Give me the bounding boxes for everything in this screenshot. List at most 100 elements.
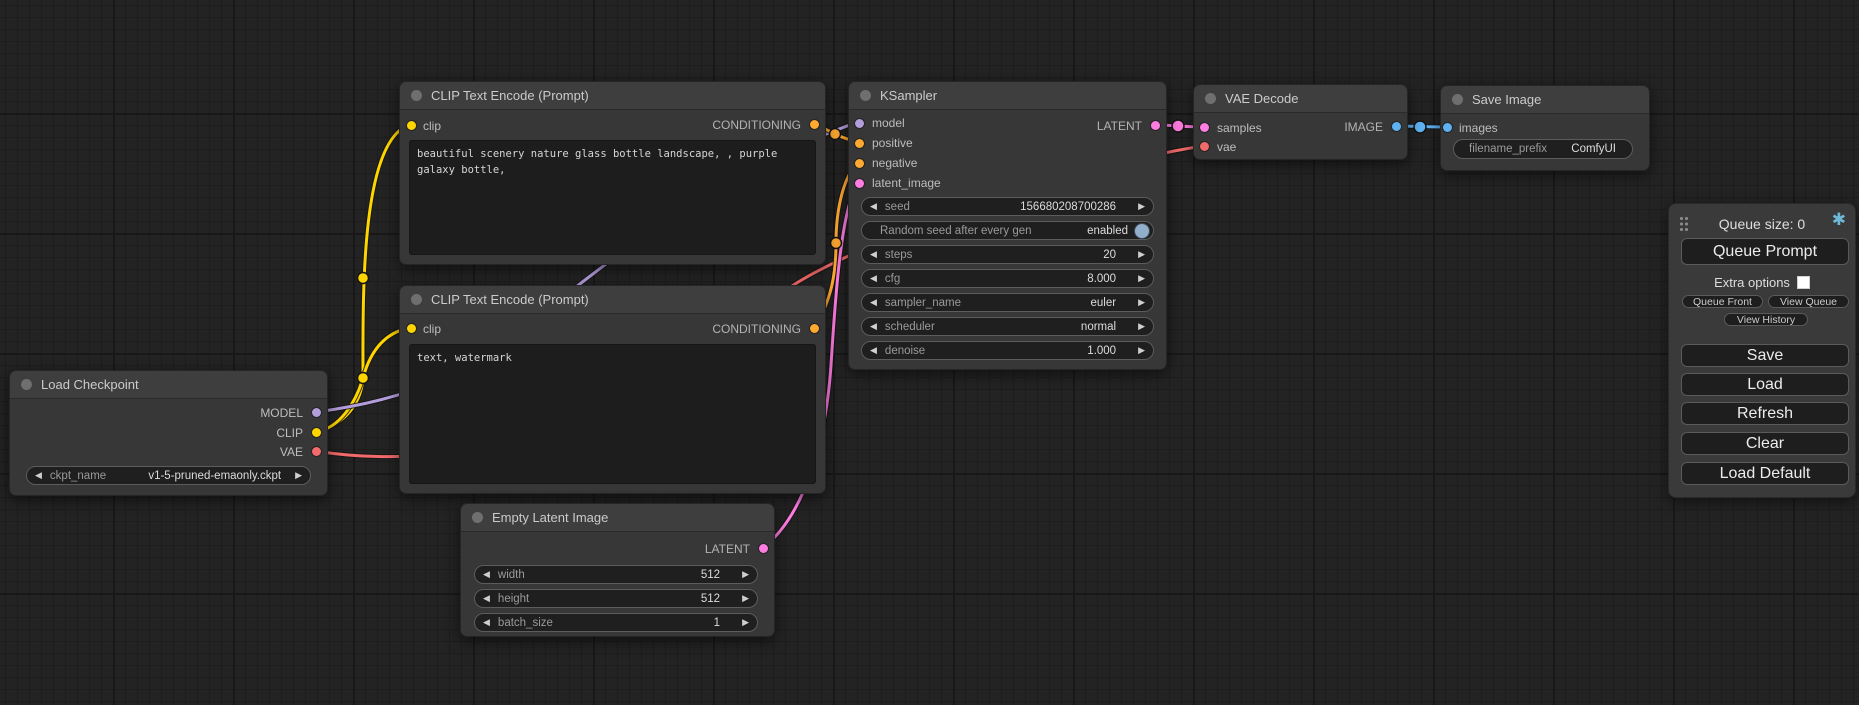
widget-value: euler xyxy=(1091,297,1131,309)
stepper-right-icon[interactable]: ▶ xyxy=(734,618,757,627)
stepper-left-icon[interactable]: ◀ xyxy=(862,346,885,355)
latent-output-dot[interactable] xyxy=(759,544,768,553)
clear-button[interactable]: Clear xyxy=(1681,432,1849,455)
denoise-widget[interactable]: ◀ denoise 1.000 ▶ xyxy=(861,341,1154,360)
model-output-dot[interactable] xyxy=(312,408,321,417)
refresh-button[interactable]: Refresh xyxy=(1681,402,1849,425)
clip-text-encode-negative-node[interactable]: CLIP Text Encode (Prompt) clip CONDITION… xyxy=(399,285,826,494)
stepper-right-icon[interactable]: ▶ xyxy=(1130,298,1153,307)
save-image-node[interactable]: Save Image images filename_prefix ComfyU… xyxy=(1440,85,1650,171)
negative-prompt-textarea[interactable]: text, watermark xyxy=(409,344,816,484)
node-title: KSampler xyxy=(880,88,937,103)
load-button[interactable]: Load xyxy=(1681,373,1849,396)
ckpt-name-widget[interactable]: ◀ ckpt_name v1-5-pruned-emaonly.ckpt ▶ xyxy=(26,466,311,485)
widget-value: 512 xyxy=(701,569,734,581)
stepper-right-icon[interactable]: ▶ xyxy=(1130,322,1153,331)
stepper-left-icon[interactable]: ◀ xyxy=(862,202,885,211)
widget-label: cfg xyxy=(885,273,900,285)
conditioning-output-dot[interactable] xyxy=(810,120,819,129)
widget-label: sampler_name xyxy=(885,297,961,309)
widget-value: 512 xyxy=(701,593,734,605)
vae-input-label: vae xyxy=(1217,137,1236,157)
clip-text-encode-positive-node[interactable]: CLIP Text Encode (Prompt) clip CONDITION… xyxy=(399,81,826,265)
stepper-left-icon[interactable]: ◀ xyxy=(27,471,50,480)
stepper-left-icon[interactable]: ◀ xyxy=(475,570,498,579)
stepper-right-icon[interactable]: ▶ xyxy=(287,471,310,480)
node-title-bar[interactable]: Save Image xyxy=(1441,86,1649,114)
stepper-right-icon[interactable]: ▶ xyxy=(1130,346,1153,355)
height-widget[interactable]: ◀ height 512 ▶ xyxy=(474,589,758,608)
extra-options-checkbox[interactable] xyxy=(1797,276,1810,289)
load-checkpoint-node[interactable]: Load Checkpoint MODEL CLIP VAE ◀ ckpt_na… xyxy=(9,370,328,496)
stepper-left-icon[interactable]: ◀ xyxy=(862,250,885,259)
save-button[interactable]: Save xyxy=(1681,344,1849,367)
stepper-left-icon[interactable]: ◀ xyxy=(862,298,885,307)
batch-size-widget[interactable]: ◀ batch_size 1 ▶ xyxy=(474,613,758,632)
vae-output-label: VAE xyxy=(280,442,303,462)
vae-output-dot[interactable] xyxy=(312,447,321,456)
node-title-bar[interactable]: VAE Decode xyxy=(1194,85,1407,113)
random-seed-widget[interactable]: Random seed after every gen enabled xyxy=(861,221,1154,240)
stepper-right-icon[interactable]: ▶ xyxy=(1130,250,1153,259)
width-widget[interactable]: ◀ width 512 ▶ xyxy=(474,565,758,584)
latent-output-label: LATENT xyxy=(1097,116,1142,136)
view-history-button[interactable]: View History xyxy=(1724,313,1808,326)
latent-image-input-dot[interactable] xyxy=(855,179,864,188)
stepper-left-icon[interactable]: ◀ xyxy=(475,594,498,603)
vae-decode-node[interactable]: VAE Decode samples vae IMAGE xyxy=(1193,84,1408,160)
node-status-dot xyxy=(411,294,422,305)
seed-widget[interactable]: ◀ seed 156680208700286 ▶ xyxy=(861,197,1154,216)
stepper-right-icon[interactable]: ▶ xyxy=(734,594,757,603)
stepper-left-icon[interactable]: ◀ xyxy=(862,274,885,283)
latent-output-dot[interactable] xyxy=(1151,121,1160,130)
scheduler-widget[interactable]: ◀ scheduler normal ▶ xyxy=(861,317,1154,336)
node-title: VAE Decode xyxy=(1225,91,1298,106)
node-title-bar[interactable]: Empty Latent Image xyxy=(461,504,774,532)
node-title-bar[interactable]: CLIP Text Encode (Prompt) xyxy=(400,286,825,314)
negative-input-dot[interactable] xyxy=(855,159,864,168)
vae-input-dot[interactable] xyxy=(1200,142,1209,151)
stepper-left-icon[interactable]: ◀ xyxy=(475,618,498,627)
node-title: CLIP Text Encode (Prompt) xyxy=(431,88,589,103)
node-status-dot xyxy=(1452,94,1463,105)
positive-input-dot[interactable] xyxy=(855,139,864,148)
steps-widget[interactable]: ◀ steps 20 ▶ xyxy=(861,245,1154,264)
stepper-right-icon[interactable]: ▶ xyxy=(734,570,757,579)
clip-output-dot[interactable] xyxy=(312,428,321,437)
node-status-dot xyxy=(21,379,32,390)
view-queue-button[interactable]: View Queue xyxy=(1768,295,1849,308)
widget-label: batch_size xyxy=(498,617,553,629)
load-default-button[interactable]: Load Default xyxy=(1681,462,1849,485)
node-status-dot xyxy=(472,512,483,523)
queue-size-label: Queue size: 0 xyxy=(1669,216,1855,232)
node-title-bar[interactable]: CLIP Text Encode (Prompt) xyxy=(400,82,825,110)
queue-panel[interactable]: Queue size: 0 ✱ Queue Prompt Extra optio… xyxy=(1668,203,1856,498)
stepper-right-icon[interactable]: ▶ xyxy=(1130,202,1153,211)
widget-label: denoise xyxy=(885,345,925,357)
images-input-dot[interactable] xyxy=(1443,123,1452,132)
ksampler-node[interactable]: KSampler model positive negative latent_… xyxy=(848,81,1167,370)
clip-input-dot[interactable] xyxy=(407,121,416,130)
image-output-dot[interactable] xyxy=(1392,122,1401,131)
samples-input-dot[interactable] xyxy=(1200,123,1209,132)
cfg-widget[interactable]: ◀ cfg 8.000 ▶ xyxy=(861,269,1154,288)
filename-prefix-widget[interactable]: filename_prefix ComfyUI xyxy=(1453,139,1633,159)
node-title: Load Checkpoint xyxy=(41,377,139,392)
gear-icon[interactable]: ✱ xyxy=(1832,211,1846,228)
extra-options-label: Extra options xyxy=(1714,275,1790,290)
stepper-left-icon[interactable]: ◀ xyxy=(862,322,885,331)
sampler-name-widget[interactable]: ◀ sampler_name euler ▶ xyxy=(861,293,1154,312)
empty-latent-image-node[interactable]: Empty Latent Image LATENT ◀ width 512 ▶ … xyxy=(460,503,775,637)
queue-front-button[interactable]: Queue Front xyxy=(1682,295,1763,308)
positive-input-label: positive xyxy=(872,133,913,153)
clip-input-dot[interactable] xyxy=(407,324,416,333)
stepper-right-icon[interactable]: ▶ xyxy=(1130,274,1153,283)
positive-prompt-textarea[interactable]: beautiful scenery nature glass bottle la… xyxy=(409,140,816,255)
toggle-icon[interactable] xyxy=(1134,223,1150,239)
conditioning-output-dot[interactable] xyxy=(810,324,819,333)
node-title-bar[interactable]: KSampler xyxy=(849,82,1166,110)
model-output-label: MODEL xyxy=(260,403,303,423)
queue-prompt-button[interactable]: Queue Prompt xyxy=(1681,238,1849,265)
node-title-bar[interactable]: Load Checkpoint xyxy=(10,371,327,399)
model-input-dot[interactable] xyxy=(855,119,864,128)
